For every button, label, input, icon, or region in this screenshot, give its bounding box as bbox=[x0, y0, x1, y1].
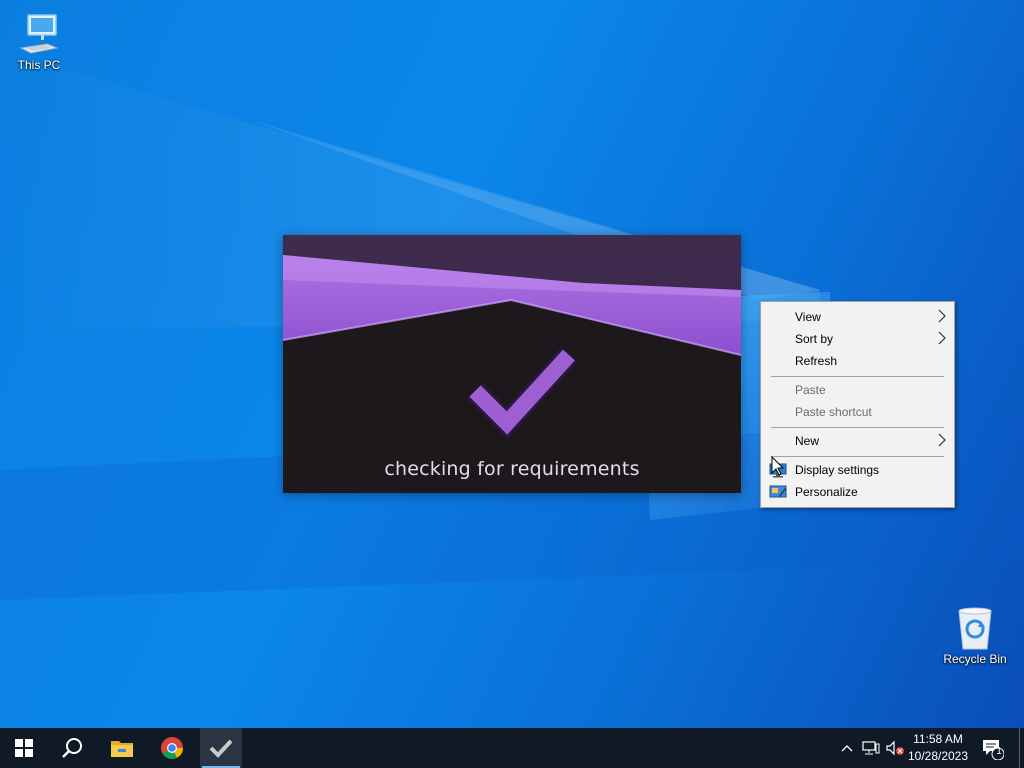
network-icon bbox=[862, 741, 880, 755]
menu-item-display-settings[interactable]: Display settings bbox=[763, 459, 952, 481]
show-desktop-button[interactable] bbox=[1019, 728, 1024, 768]
checkmark-app-icon bbox=[209, 739, 233, 758]
menu-separator bbox=[771, 427, 944, 428]
menu-item-label: Personalize bbox=[795, 485, 858, 499]
splash-window: checking for requirements bbox=[283, 235, 741, 493]
personalize-icon bbox=[769, 485, 787, 498]
recycle-bin-icon bbox=[937, 604, 1013, 652]
notification-count-badge: 1 bbox=[996, 746, 1002, 757]
chevron-right-icon bbox=[938, 309, 946, 323]
chevron-right-icon bbox=[938, 433, 946, 447]
taskbar-checker-app[interactable] bbox=[200, 728, 242, 768]
desktop-icon-label: Recycle Bin bbox=[943, 652, 1007, 666]
desktop-icon-recycle-bin[interactable]: Recycle Bin bbox=[937, 604, 1013, 666]
taskbar: 11:58 AM 10/28/2023 1 bbox=[0, 728, 1024, 768]
mouse-cursor-icon bbox=[771, 456, 785, 476]
start-button[interactable] bbox=[0, 728, 48, 768]
search-icon bbox=[62, 738, 82, 758]
chevron-up-icon bbox=[841, 745, 853, 752]
desktop-icon-label: This PC bbox=[17, 58, 61, 72]
chrome-icon bbox=[161, 737, 183, 759]
action-center-button[interactable]: 1 bbox=[980, 736, 1005, 761]
menu-separator bbox=[771, 456, 944, 457]
splash-status-text: checking for requirements bbox=[384, 458, 640, 480]
checkmark-icon bbox=[467, 347, 578, 439]
menu-item-label: Sort by bbox=[795, 332, 834, 346]
chevron-right-icon bbox=[938, 331, 946, 345]
menu-item-label: New bbox=[795, 434, 820, 448]
clock-date: 10/28/2023 bbox=[907, 749, 969, 763]
desktop[interactable]: This PC Recycle Bin checking for require… bbox=[0, 0, 1024, 728]
menu-item-paste[interactable]: Paste bbox=[763, 379, 952, 401]
clock-time: 11:58 AM bbox=[913, 732, 963, 746]
menu-item-refresh[interactable]: Refresh bbox=[763, 350, 952, 372]
search-button[interactable] bbox=[48, 728, 96, 768]
file-explorer-icon bbox=[111, 741, 133, 757]
menu-item-label: Refresh bbox=[795, 354, 838, 368]
start-icon bbox=[15, 739, 33, 757]
menu-item-personalize[interactable]: Personalize bbox=[763, 481, 952, 503]
desktop-icon-this-pc[interactable]: This PC bbox=[1, 10, 77, 72]
taskbar-file-explorer[interactable] bbox=[98, 728, 146, 768]
show-hidden-icons-button[interactable] bbox=[836, 736, 858, 760]
menu-item-label: Paste bbox=[795, 383, 826, 397]
menu-item-view[interactable]: View bbox=[763, 306, 952, 328]
menu-separator bbox=[771, 376, 944, 377]
taskbar-chrome[interactable] bbox=[148, 728, 196, 768]
taskbar-clock[interactable]: 11:58 AM 10/28/2023 bbox=[900, 731, 976, 765]
this-pc-icon bbox=[1, 10, 77, 58]
menu-item-sort-by[interactable]: Sort by bbox=[763, 328, 952, 350]
menu-item-label: View bbox=[795, 310, 821, 324]
menu-item-new[interactable]: New bbox=[763, 430, 952, 452]
menu-item-label: Display settings bbox=[795, 463, 880, 477]
menu-item-paste-shortcut[interactable]: Paste shortcut bbox=[763, 401, 952, 423]
menu-item-label: Paste shortcut bbox=[795, 405, 872, 419]
context-menu: View Sort by Refresh Paste Paste shortcu… bbox=[760, 301, 955, 508]
network-button[interactable] bbox=[860, 736, 882, 760]
